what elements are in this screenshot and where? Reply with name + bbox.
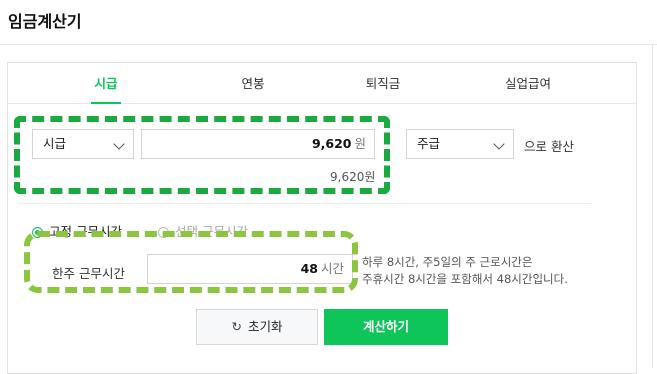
wage-amount-value: 9,620: [311, 136, 352, 151]
weekly-hours-label: 한주 근무시간: [52, 266, 125, 281]
tab-bar: 시급 연봉 퇴직금 실업급여: [8, 63, 636, 104]
tab-unemployment[interactable]: 실업급여: [498, 63, 558, 103]
tab-severance[interactable]: 퇴직금: [358, 63, 408, 103]
tab-hourly[interactable]: 시급: [91, 63, 121, 104]
calculate-button[interactable]: 계산하기: [324, 309, 448, 345]
tab-annual[interactable]: 연봉: [233, 63, 273, 103]
section-divider: [18, 203, 591, 204]
wage-currency-unit: 원: [354, 136, 366, 151]
radio-custom-hours[interactable]: 선택 근무시간: [158, 221, 248, 240]
radio-fixed-label: 고정 근무시간: [49, 224, 122, 239]
weekly-hours-value: 48: [300, 261, 318, 276]
chevron-down-icon: [113, 138, 125, 150]
radio-fixed-hours[interactable]: 고정 근무시간: [32, 221, 122, 240]
to-unit-value: 주급: [417, 136, 441, 151]
weekly-hours-input[interactable]: 48 시간: [147, 254, 353, 284]
to-unit-select[interactable]: 주급: [406, 129, 514, 159]
page-title: 임금계산기: [8, 12, 82, 31]
panel-edge: [652, 44, 653, 368]
refresh-icon: ↻: [231, 319, 242, 334]
radio-custom-label: 선택 근무시간: [175, 224, 248, 239]
chevron-down-icon: [493, 138, 505, 150]
wage-amount-display: 9,620원: [330, 170, 376, 184]
hint-line-2: 주휴시간 8시간을 포함해서 48시간입니다.: [362, 272, 568, 286]
reset-label: 초기화: [247, 319, 283, 334]
wage-amount-input[interactable]: 9,620 원: [141, 129, 375, 159]
calculator-card: 시급 연봉 퇴직금 실업급여 시급 9,620 원 9,620원 주급 으로 환산…: [7, 62, 637, 374]
radio-checked-icon: [32, 227, 43, 238]
hint-line-1: 하루 8시간, 주5일의 주 근로시간은: [362, 255, 533, 269]
from-unit-value: 시급: [43, 136, 67, 151]
weekly-hours-hint: 하루 8시간, 주5일의 주 근로시간은 주휴시간 8시간을 포함해서 48시간…: [362, 254, 568, 288]
from-unit-select[interactable]: 시급: [32, 129, 134, 159]
conversion-suffix: 으로 환산: [524, 139, 574, 154]
radio-unchecked-icon: [158, 227, 169, 238]
reset-button[interactable]: ↻ 초기화: [196, 309, 318, 345]
title-divider: [0, 44, 657, 45]
weekly-hours-unit: 시간: [320, 261, 344, 276]
